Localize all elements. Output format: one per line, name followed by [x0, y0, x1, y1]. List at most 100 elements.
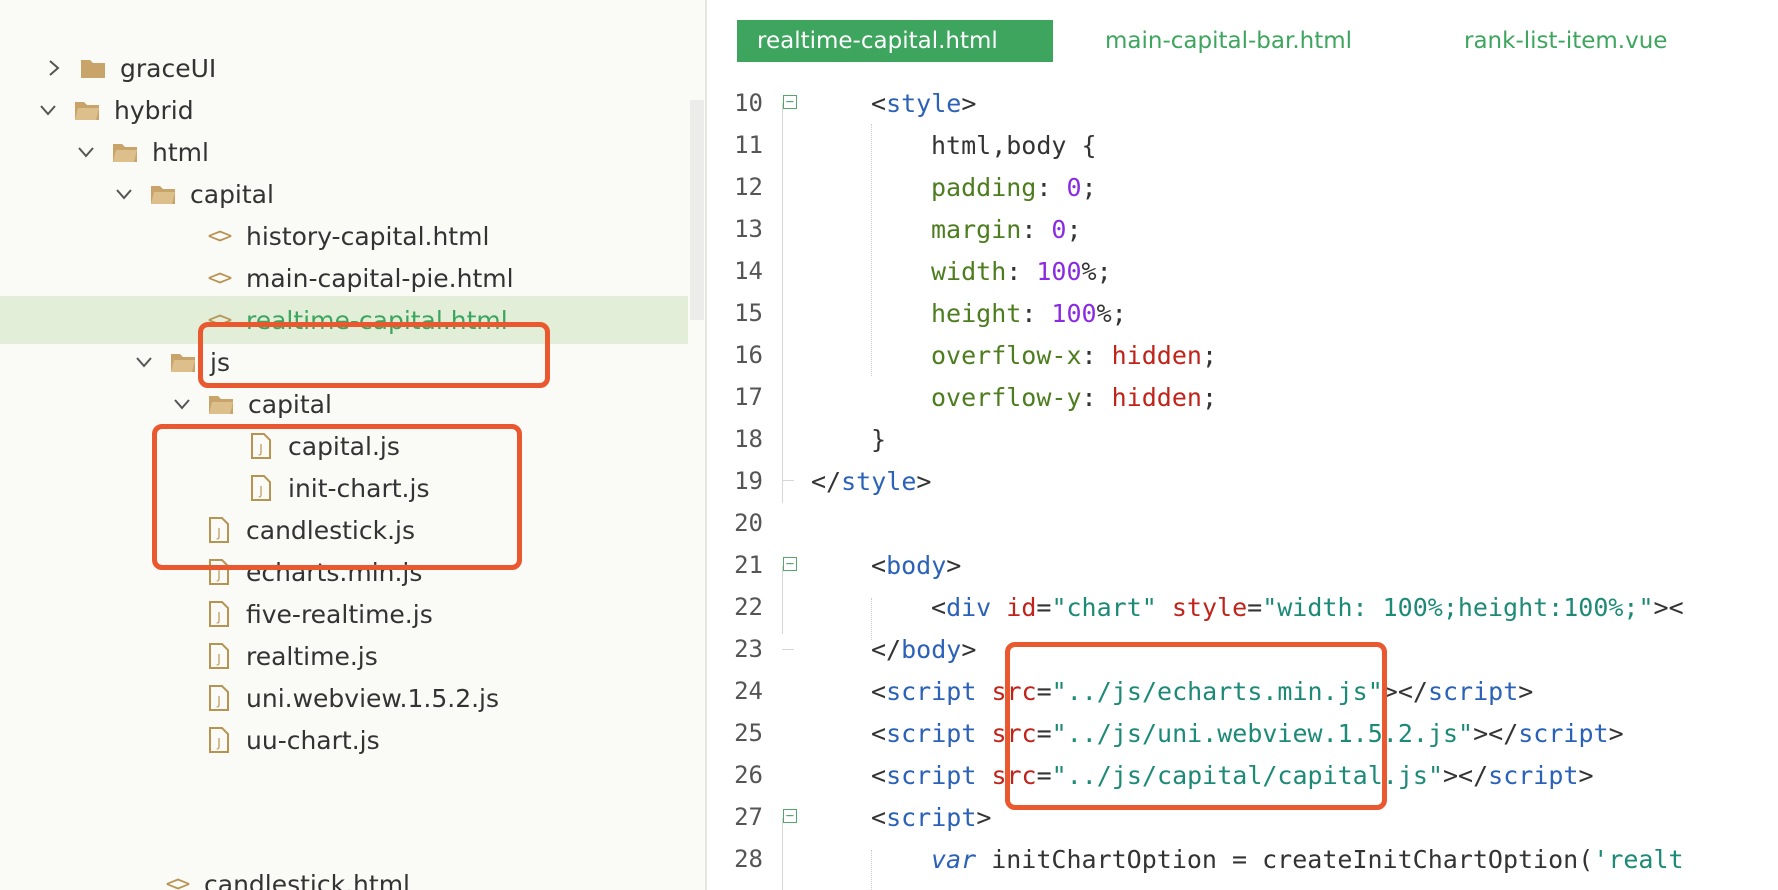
tab-label: main-capital-bar.html: [1105, 28, 1353, 54]
tree-item-echarts-min-js[interactable]: J echarts.min.js: [0, 548, 688, 596]
tree-item-main-capital-pie-html[interactable]: <> main-capital-pie.html: [0, 254, 688, 302]
tab-label: rank-list-item.vue: [1464, 28, 1668, 54]
tab-rank-list-item-vue[interactable]: rank-list-item.vue: [1464, 20, 1667, 62]
svg-text:J: J: [216, 736, 221, 750]
tree-item-capital-js-folder[interactable]: capital: [0, 380, 688, 428]
folder-open-icon: [150, 183, 176, 205]
folder-closed-icon: [80, 57, 106, 79]
js-file-icon: J: [206, 517, 232, 543]
tree-item-realtime-capital-html[interactable]: <> realtime-capital.html: [0, 296, 688, 344]
line-number: 14: [734, 257, 763, 285]
tree-item-hybrid[interactable]: hybrid: [0, 86, 688, 134]
tree-item-uu-chart-js[interactable]: J uu-chart.js: [0, 716, 688, 764]
tree-item-label: realtime-capital.html: [246, 305, 508, 335]
tree-item-init-chart-js[interactable]: J init-chart.js: [0, 464, 688, 512]
line-number: 18: [734, 425, 763, 453]
tree-item-label: history-capital.html: [246, 221, 490, 251]
tree-item-graceui[interactable]: graceUI: [0, 44, 688, 92]
tree-item-label: uu-chart.js: [246, 725, 380, 755]
line-number: 21: [734, 551, 763, 579]
svg-text:J: J: [216, 568, 221, 582]
line-number: 20: [734, 509, 763, 537]
js-file-icon: J: [206, 601, 232, 627]
tree-item-label: realtime.js: [246, 641, 378, 671]
code-line: 14 width: 100%;: [707, 250, 1778, 292]
tree-item-html[interactable]: html: [0, 128, 688, 176]
code-line: 12 padding: 0;: [707, 166, 1778, 208]
tab-main-capital-bar-html[interactable]: main-capital-bar.html: [1105, 20, 1352, 62]
tree-item-label: candlestick.js: [246, 515, 416, 545]
code-line: 15 height: 100%;: [707, 292, 1778, 334]
code-file-icon: <>: [165, 871, 190, 890]
tree-item-label: init-chart.js: [288, 473, 430, 503]
svg-text:J: J: [216, 610, 221, 624]
js-file-icon: J: [248, 475, 274, 501]
code-line: 17 overflow-y: hidden;: [707, 376, 1778, 418]
code-line: 19 </style>: [707, 460, 1778, 502]
tab-realtime-capital-html[interactable]: realtime-capital.html: [737, 20, 1053, 62]
chevron-down-icon[interactable]: [114, 184, 134, 204]
line-number: 10: [734, 89, 763, 117]
sidebar-scrollbar[interactable]: [690, 100, 704, 320]
tree-item-label: capital: [248, 389, 332, 419]
tree-item-candlestick-html[interactable]: <> candlestick.html: [0, 860, 688, 890]
code-line: 22 <div id="chart" style="width: 100%;he…: [707, 586, 1778, 628]
js-file-icon: J: [206, 643, 232, 669]
tree-item-label: capital.js: [288, 431, 400, 461]
svg-text:J: J: [216, 526, 221, 540]
tree-item-realtime-js[interactable]: J realtime.js: [0, 632, 688, 680]
tree-item-candlestick-js[interactable]: J candlestick.js: [0, 506, 688, 554]
code-file-icon: <>: [207, 265, 232, 291]
chevron-right-icon[interactable]: [44, 58, 64, 78]
code-line: 21 − <body>: [707, 544, 1778, 586]
tree-item-label: main-capital-pie.html: [246, 263, 514, 293]
chevron-down-icon[interactable]: [134, 352, 154, 372]
code-line: 26 <script src="../js/capital/capital.js…: [707, 754, 1778, 796]
code-file-icon: <>: [207, 307, 232, 333]
code-line: 25 <script src="../js/uni.webview.1.5.2.…: [707, 712, 1778, 754]
folder-open-icon: [74, 99, 100, 121]
folder-open-icon: [112, 141, 138, 163]
tree-item-js[interactable]: js: [0, 338, 688, 386]
svg-text:J: J: [216, 652, 221, 666]
js-file-icon: J: [206, 685, 232, 711]
fold-toggle-icon[interactable]: −: [783, 557, 797, 571]
tree-item-five-realtime-js[interactable]: J five-realtime.js: [0, 590, 688, 638]
tree-item-capital-html[interactable]: capital: [0, 170, 688, 218]
folder-open-icon: [208, 393, 234, 415]
editor-tab-bar: realtime-capital.html main-capital-bar.h…: [707, 0, 1778, 66]
code-line: 16 overflow-x: hidden;: [707, 334, 1778, 376]
code-line: 18 }: [707, 418, 1778, 460]
line-number: 22: [734, 593, 763, 621]
tree-item-label: capital: [190, 179, 274, 209]
line-number: 28: [734, 845, 763, 873]
tree-item-label: graceUI: [120, 53, 217, 83]
js-file-icon: J: [206, 727, 232, 753]
svg-text:J: J: [216, 694, 221, 708]
js-file-icon: J: [248, 433, 274, 459]
line-number: 24: [734, 677, 763, 705]
line-number: 25: [734, 719, 763, 747]
line-number: 13: [734, 215, 763, 243]
fold-toggle-icon[interactable]: −: [783, 95, 797, 109]
svg-text:J: J: [258, 442, 263, 456]
tree-item-label: five-realtime.js: [246, 599, 433, 629]
tree-item-label: js: [210, 347, 230, 377]
chevron-down-icon[interactable]: [172, 394, 192, 414]
line-number: 17: [734, 383, 763, 411]
tree-item-capital-js[interactable]: J capital.js: [0, 422, 688, 470]
tree-item-history-capital-html[interactable]: <> history-capital.html: [0, 212, 688, 260]
code-area[interactable]: 10 − <style> 11 html,body { 12 padding: …: [707, 82, 1778, 890]
tab-label: realtime-capital.html: [757, 28, 998, 54]
code-line: 23 </body>: [707, 628, 1778, 670]
chevron-down-icon[interactable]: [76, 142, 96, 162]
chevron-down-icon[interactable]: [38, 100, 58, 120]
fold-toggle-icon[interactable]: −: [783, 809, 797, 823]
tree-item-label: hybrid: [114, 95, 194, 125]
code-line: 28 var initChartOption = createInitChart…: [707, 838, 1778, 880]
code-line: 11 html,body {: [707, 124, 1778, 166]
line-number: 26: [734, 761, 763, 789]
line-number: 23: [734, 635, 763, 663]
file-tree-sidebar: graceUI hybrid html capital <> history-c…: [0, 0, 705, 890]
tree-item-uni-webview-js[interactable]: J uni.webview.1.5.2.js: [0, 674, 688, 722]
